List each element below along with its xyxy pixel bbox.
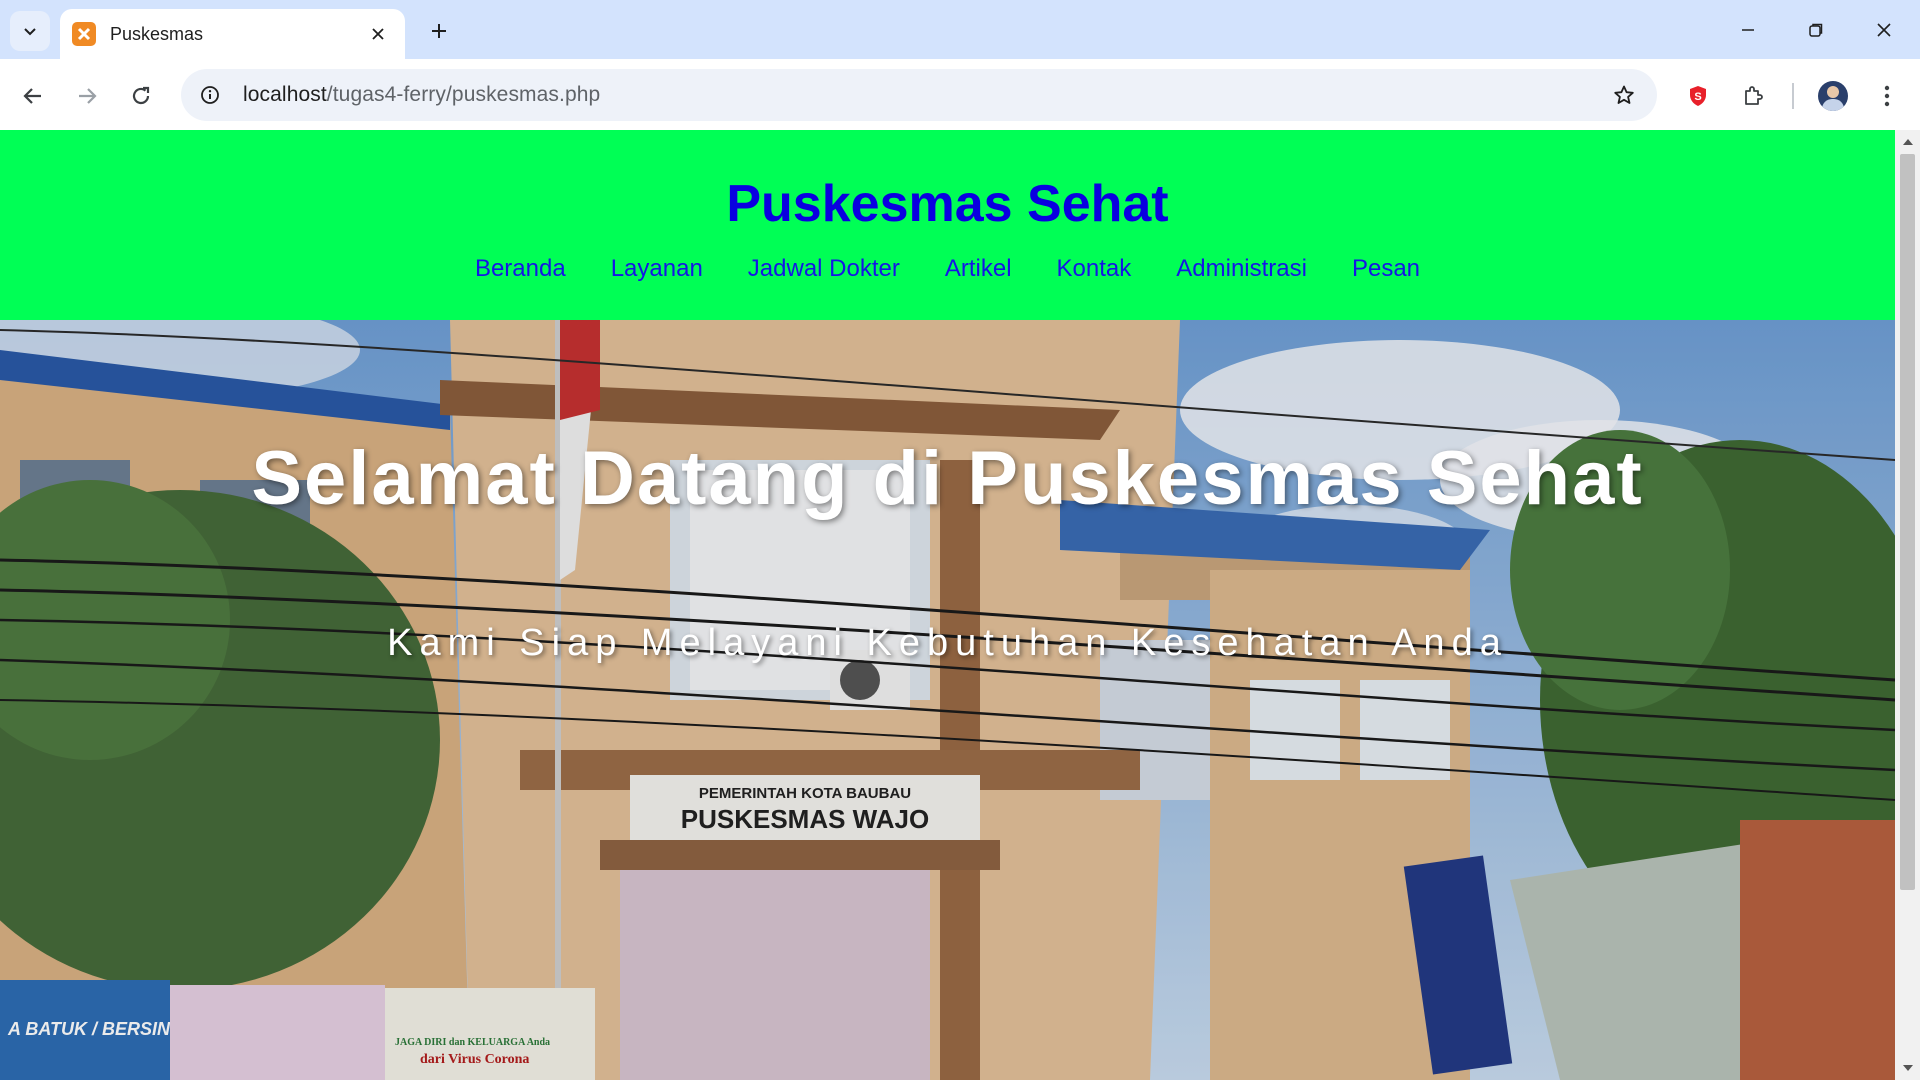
minimize-button[interactable] xyxy=(1728,12,1768,48)
nav-link-pesan[interactable]: Pesan xyxy=(1352,255,1420,283)
nav-link-administrasi[interactable]: Administrasi xyxy=(1176,255,1307,283)
tab-title: Puskesmas xyxy=(110,23,204,44)
avatar xyxy=(1818,81,1848,111)
extension-shield-icon[interactable]: S xyxy=(1678,76,1718,116)
scrollbar-thumb[interactable] xyxy=(1900,154,1915,890)
page-scrollbar[interactable] xyxy=(1895,130,1920,1080)
hero-title: Selamat Datang di Puskesmas Sehat xyxy=(251,436,1644,521)
hero-section: PEMERINTAH KOTA BAUBAU PUSKESMAS WAJO xyxy=(0,320,1895,1080)
tab-search-button[interactable] xyxy=(10,11,50,51)
close-tab-icon[interactable] xyxy=(365,21,391,47)
toolbar-separator xyxy=(1792,83,1794,109)
close-icon xyxy=(1877,23,1891,37)
restore-button[interactable] xyxy=(1796,12,1836,48)
plus-icon xyxy=(432,24,446,38)
back-button[interactable] xyxy=(13,76,53,116)
browser-toolbar: localhost/tugas4-ferry/puskesmas.php S xyxy=(0,59,1920,130)
nav-link-artikel[interactable]: Artikel xyxy=(945,255,1012,283)
xampp-favicon-icon xyxy=(72,22,96,46)
more-vertical-icon xyxy=(1884,85,1890,107)
svg-text:S: S xyxy=(1694,91,1701,103)
arrow-left-icon xyxy=(23,88,41,104)
hero-background-photo: PEMERINTAH KOTA BAUBAU PUSKESMAS WAJO xyxy=(0,320,1895,1080)
scroll-up-arrow-icon[interactable] xyxy=(1895,132,1920,152)
url-text: localhost/tugas4-ferry/puskesmas.php xyxy=(243,83,600,107)
profile-button[interactable] xyxy=(1813,76,1853,116)
tab-strip: Puskesmas xyxy=(0,0,1920,59)
reload-button[interactable] xyxy=(121,76,161,116)
url-path: /tugas4-ferry/puskesmas.php xyxy=(326,83,601,106)
nav-link-kontak[interactable]: Kontak xyxy=(1057,255,1132,283)
page-viewport: Puskesmas Sehat Beranda Layanan Jadwal D… xyxy=(0,130,1895,1080)
browser-tab[interactable]: Puskesmas xyxy=(60,9,405,59)
scroll-down-arrow-icon[interactable] xyxy=(1895,1058,1920,1078)
site-header: Puskesmas Sehat Beranda Layanan Jadwal D… xyxy=(0,130,1895,320)
nav-link-beranda[interactable]: Beranda xyxy=(475,255,566,283)
hero-subtitle: Kami Siap Melayani Kebutuhan Kesehatan A… xyxy=(387,622,1508,664)
close-window-button[interactable] xyxy=(1864,12,1904,48)
restore-icon xyxy=(1809,23,1823,37)
chevron-down-icon xyxy=(24,28,36,36)
nav-link-jadwal-dokter[interactable]: Jadwal Dokter xyxy=(748,255,900,283)
site-title: Puskesmas Sehat xyxy=(726,175,1169,233)
arrow-right-icon xyxy=(79,88,97,104)
extensions-puzzle-icon[interactable] xyxy=(1733,76,1773,116)
address-bar[interactable]: localhost/tugas4-ferry/puskesmas.php xyxy=(181,69,1657,121)
forward-button[interactable] xyxy=(67,76,107,116)
minimize-icon xyxy=(1742,29,1754,31)
url-host: localhost xyxy=(243,83,327,106)
nav-link-layanan[interactable]: Layanan xyxy=(611,255,703,283)
menu-button[interactable] xyxy=(1867,76,1907,116)
new-tab-button[interactable] xyxy=(424,16,454,46)
bookmark-star-icon[interactable] xyxy=(1609,80,1639,110)
site-info-icon[interactable] xyxy=(195,80,225,110)
main-nav: Beranda Layanan Jadwal Dokter Artikel Ko… xyxy=(0,255,1895,283)
reload-icon xyxy=(132,86,150,105)
